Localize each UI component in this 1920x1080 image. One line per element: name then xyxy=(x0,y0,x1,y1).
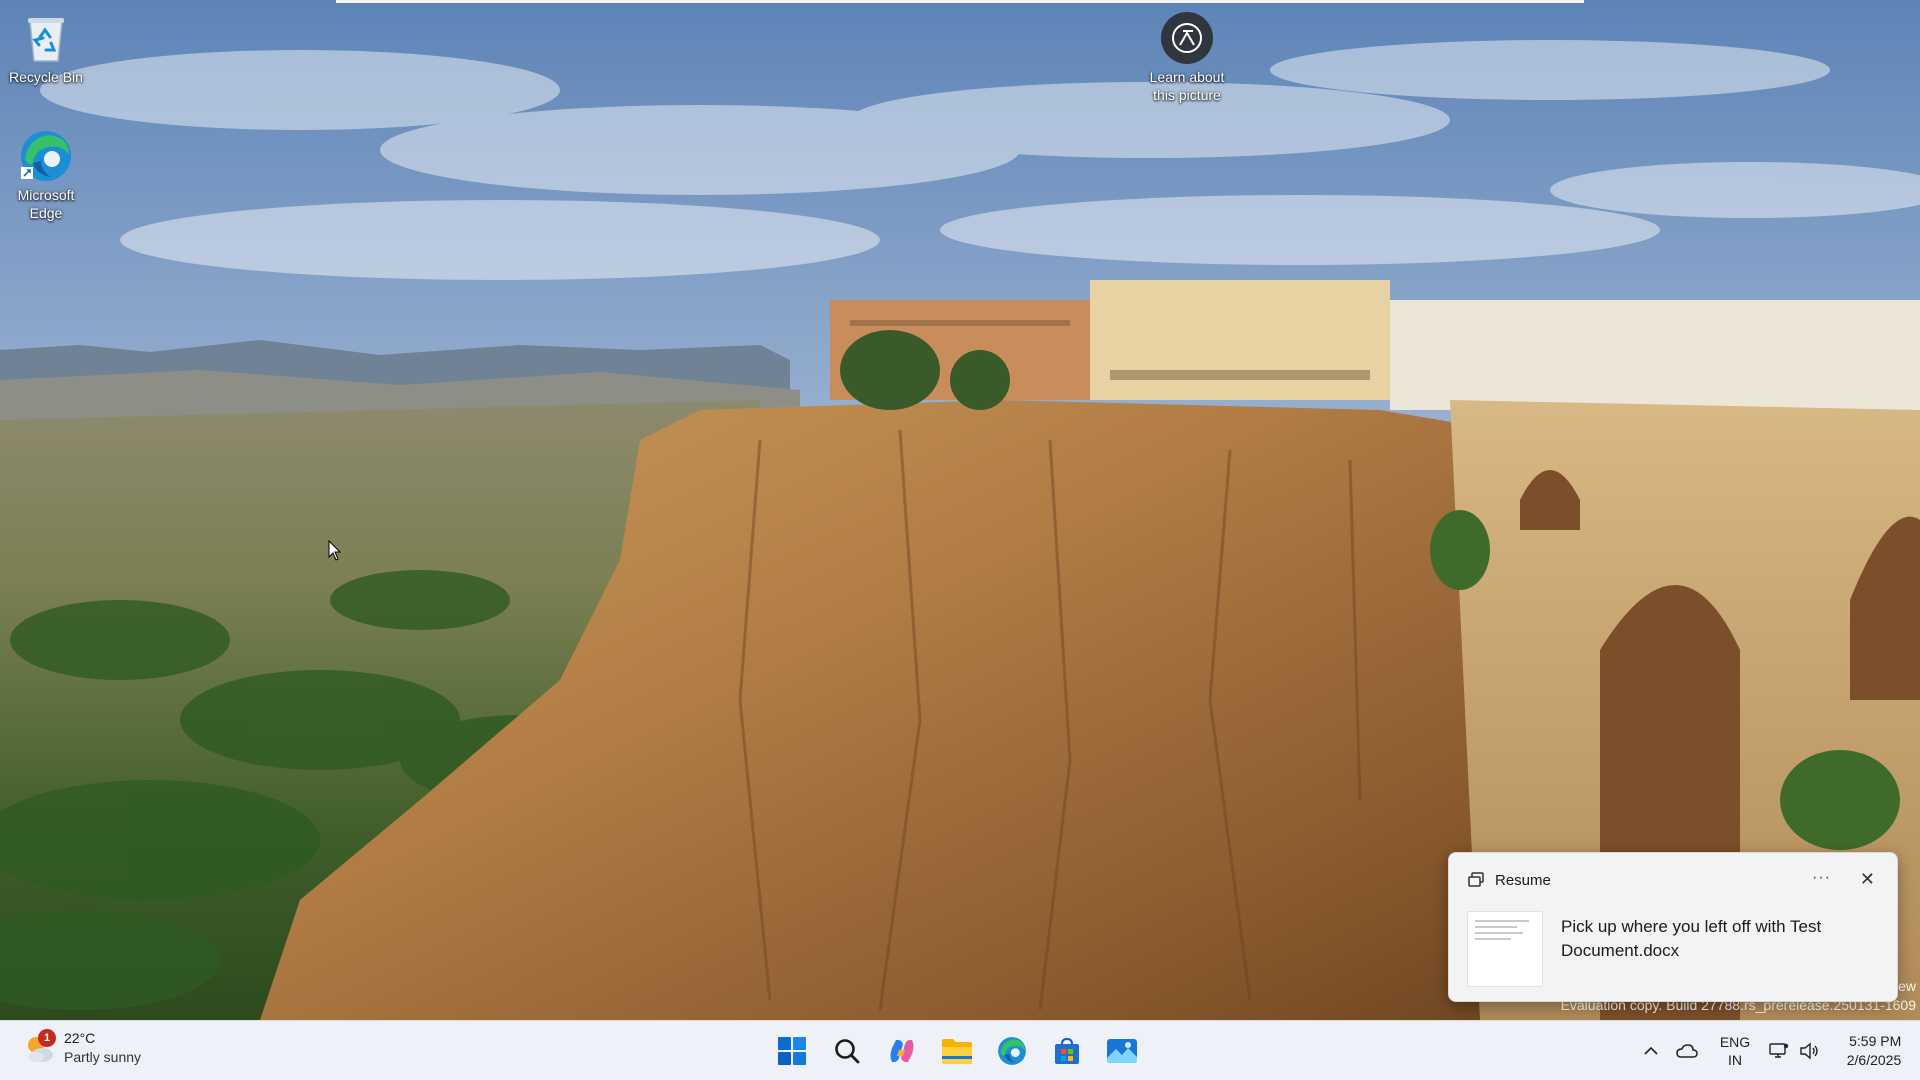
weather-widget[interactable]: 1 22°C Partly sunny xyxy=(22,1029,141,1067)
notification-message: Pick up where you left off with Test Doc… xyxy=(1561,917,1822,960)
folder-icon xyxy=(942,1039,972,1064)
show-hidden-icons-button[interactable] xyxy=(1634,1031,1668,1071)
edge-taskbar-button[interactable] xyxy=(988,1027,1036,1075)
store-button[interactable] xyxy=(1043,1027,1091,1075)
weather-condition: Partly sunny xyxy=(64,1049,142,1065)
clock-date: 2/6/2025 xyxy=(1846,1052,1902,1068)
network-icon xyxy=(1769,1043,1789,1058)
notification-title: Resume xyxy=(1495,871,1551,889)
learn-about-picture-label: Learn about this picture xyxy=(1149,69,1225,103)
clock[interactable]: 5:59 PM 2/6/2025 xyxy=(1824,1031,1906,1071)
volume-button[interactable] xyxy=(1794,1031,1824,1071)
file-explorer-button[interactable] xyxy=(933,1027,981,1075)
weather-temperature: 22°C xyxy=(64,1030,96,1046)
partly-sunny-icon: 1 xyxy=(22,1029,56,1065)
desktop-icon-microsoft-edge[interactable]: Microsoft Edge xyxy=(0,128,92,222)
search-button[interactable] xyxy=(823,1027,871,1075)
top-edge-bar xyxy=(336,0,1584,3)
cloud-icon xyxy=(1676,1044,1698,1058)
region-code: IN xyxy=(1728,1052,1742,1068)
copilot-button[interactable] xyxy=(878,1027,926,1075)
edge-icon xyxy=(998,1037,1026,1065)
taskbar: 1 22°C Partly sunny ENG IN 5:59 PM 2/6/2… xyxy=(0,1020,1920,1080)
more-options-button[interactable]: ··· xyxy=(1812,869,1831,887)
photos-button[interactable] xyxy=(1098,1027,1146,1075)
desktop-icon-recycle-bin[interactable]: Recycle Bin xyxy=(0,10,92,86)
system-tray: ENG IN 5:59 PM 2/6/2025 xyxy=(1634,1021,1906,1080)
speaker-icon xyxy=(1800,1042,1818,1060)
language-indicator[interactable]: ENG IN xyxy=(1706,1031,1764,1071)
desktop: Recycle Bin Microsoft Edge Learn about t… xyxy=(0,0,1920,1020)
recycle-bin-icon xyxy=(18,10,74,66)
pinned-apps xyxy=(768,1027,1146,1075)
search-icon xyxy=(835,1039,860,1064)
camera-info-icon xyxy=(1161,12,1213,64)
watermark-fragment: ew xyxy=(1898,978,1916,994)
store-icon xyxy=(1055,1037,1079,1064)
photos-icon xyxy=(1107,1039,1137,1063)
chevron-up-icon xyxy=(1644,1046,1658,1055)
start-button[interactable] xyxy=(768,1027,816,1075)
clock-time: 5:59 PM xyxy=(1849,1033,1902,1049)
learn-about-this-picture[interactable]: Learn about this picture xyxy=(1140,10,1234,104)
resume-notification[interactable]: Resume ··· ✕ Pick up where you left off … xyxy=(1448,852,1898,1002)
language-code: ENG xyxy=(1719,1034,1751,1050)
onedrive-button[interactable] xyxy=(1668,1031,1706,1071)
notification-header: Resume xyxy=(1467,871,1551,889)
desktop-icon-label: Microsoft Edge xyxy=(17,187,75,221)
windows-logo-icon xyxy=(778,1037,806,1065)
document-thumbnail xyxy=(1467,911,1543,987)
network-button[interactable] xyxy=(1764,1031,1794,1071)
mouse-cursor-icon xyxy=(328,540,342,561)
weather-notification-badge: 1 xyxy=(38,1029,56,1047)
desktop-icon-label: Recycle Bin xyxy=(9,69,83,85)
close-button[interactable]: ✕ xyxy=(1860,869,1875,890)
resume-icon xyxy=(1468,872,1484,887)
edge-icon xyxy=(18,128,74,184)
copilot-icon xyxy=(890,1039,914,1063)
